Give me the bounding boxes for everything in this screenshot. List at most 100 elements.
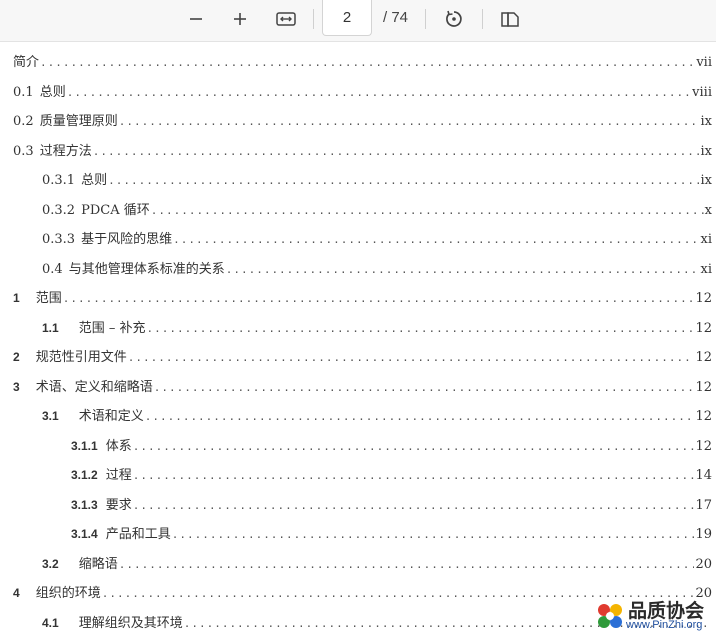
toc-dot-leader	[63, 292, 695, 305]
toc-entry-title: 组织的环境	[35, 586, 101, 601]
toolbar-divider	[482, 9, 483, 29]
toc-entry-page: 20	[695, 556, 712, 572]
toc-entry-page: xi	[700, 232, 713, 247]
toc-entry-number: 3.1	[42, 409, 59, 423]
toc-entry-number: 4	[13, 586, 20, 600]
toolbar-divider	[425, 9, 426, 29]
toc-entry-number: 0.3	[13, 143, 34, 159]
toc-entry-number: 3.1.1	[71, 438, 98, 453]
toc-entry[interactable]: 2 规范性引用文件 12	[0, 346, 716, 366]
pdf-toolbar: 2 / 74	[0, 0, 716, 42]
toc-entry[interactable]: 3.1.2 过程 14	[0, 464, 716, 484]
toc-entry[interactable]: 0.3.3 基于风险的思维 xi	[0, 228, 716, 248]
toc-entry-page: 17	[695, 497, 712, 513]
page-view-button[interactable]	[494, 5, 526, 33]
page-total: / 74	[383, 9, 409, 26]
toc-entry[interactable]: 0.3.1 总则 ix	[0, 169, 716, 189]
toc-dot-leader	[151, 204, 704, 217]
toc-entry-title: 基于风险的思维	[81, 232, 173, 247]
zoom-in-button[interactable]	[224, 5, 256, 33]
toc-dot-leader	[93, 145, 700, 158]
toc-dot-leader	[108, 174, 699, 187]
flower-logo-icon	[598, 604, 622, 628]
toc-entry[interactable]: 3.2 缩略语 20	[0, 553, 716, 573]
toc-entry-title: 总则	[81, 173, 108, 188]
toc-entry-number: 2	[13, 350, 20, 364]
toc-dot-leader	[154, 381, 695, 394]
toc-entry-number: 0.1	[13, 84, 34, 100]
toc-entry-number: 3.2	[42, 556, 59, 571]
toc-entry-page: xi	[700, 261, 713, 277]
toc-entry-page: vii	[696, 55, 712, 70]
toc-entry-page: 19	[695, 527, 712, 542]
toc-entry-number: 4.1	[42, 615, 59, 630]
toc-entry-page: 12	[695, 379, 712, 395]
toc-entry[interactable]: 1.1 范围 – 补充 12	[0, 317, 716, 337]
toc-dot-leader	[173, 233, 699, 246]
page-number-input[interactable]: 2	[322, 0, 372, 36]
toc-dot-leader	[67, 86, 691, 99]
toc-entry[interactable]: 3.1 术语和定义 12	[0, 405, 716, 425]
toc-entry-title: 规范性引用文件	[35, 350, 127, 365]
toc-entry[interactable]: 0.1 总则 viii	[0, 81, 716, 101]
zoom-out-button[interactable]	[180, 5, 212, 33]
toc-entry-number: 3	[13, 379, 20, 394]
toc-dot-leader	[172, 528, 695, 541]
toc-entry-title: 质量管理原则	[39, 114, 118, 129]
page-view-icon	[501, 12, 519, 27]
toc-entry-page: ix	[700, 114, 713, 129]
rotate-button[interactable]	[438, 5, 470, 33]
minus-icon	[190, 18, 202, 20]
toc-dot-leader	[133, 440, 695, 453]
toc-entry-title: 术语和定义	[78, 409, 144, 424]
toc-entry-number: 0.3.1	[42, 173, 76, 188]
toc-entry-page: 12	[695, 320, 712, 336]
toc-entry-title: 缩略语	[78, 556, 118, 572]
watermark-url: www.PinZhi.org	[626, 619, 703, 631]
toc-dot-leader	[128, 351, 695, 364]
toc-dot-leader	[226, 263, 700, 276]
fit-width-icon	[276, 12, 296, 26]
toc-entry-page: 12	[695, 291, 712, 306]
toc-entry-title: 理解组织及其环境	[78, 615, 183, 631]
toc-dot-leader	[133, 499, 695, 512]
toc-entry[interactable]: 3 术语、定义和缩略语 12	[0, 376, 716, 396]
toc-entry-title: 简介	[13, 55, 40, 70]
toc-entry-title: PDCA 循环	[81, 202, 150, 218]
toc-entry[interactable]: 3.1.4 产品和工具 19	[0, 523, 716, 543]
toc-entry-title: 产品和工具	[105, 527, 171, 542]
toc-entry-title: 范围	[35, 291, 62, 306]
fit-width-button[interactable]	[270, 5, 302, 33]
toc-entry-number: 3.1.2	[71, 468, 98, 482]
toc-entry-number: 3.1.4	[71, 527, 98, 541]
plus-icon	[234, 13, 246, 25]
toc-entry-number: 0.3.2	[42, 202, 76, 218]
toc-dot-leader	[40, 56, 695, 69]
toc-entry-title: 要求	[105, 497, 132, 513]
toc-entry-page: viii	[692, 84, 712, 100]
toc-entry[interactable]: 0.2 质量管理原则 ix	[0, 110, 716, 130]
toc-entry-page: ix	[700, 143, 713, 159]
toc-entry-number: 0.4	[42, 261, 63, 277]
toc-entry[interactable]: 0.3 过程方法 ix	[0, 140, 716, 160]
toc-entry[interactable]: 3.1.1 体系 12	[0, 435, 716, 455]
toc-entry-number: 1.1	[42, 320, 59, 335]
toc-entry-number: 1	[13, 291, 20, 305]
toc-entry-page: ix	[700, 173, 713, 188]
watermark-logo: 品质协会 www.PinZhi.org	[588, 594, 716, 637]
toc-entry-number: 3.1.3	[71, 497, 98, 512]
toc-entry[interactable]: 1 范围 12	[0, 287, 716, 307]
rotate-icon	[446, 10, 462, 27]
toc-entry-title: 范围 – 补充	[78, 320, 146, 336]
toc-entry-page: 14	[695, 468, 712, 483]
toc-entry[interactable]: 0.3.2 PDCA 循环 x	[0, 199, 716, 219]
toc-entry-title: 总则	[39, 84, 66, 100]
toc-dot-leader	[133, 469, 695, 482]
toc-entry[interactable]: 简介 vii	[0, 51, 716, 71]
toc-entry[interactable]: 0.4 与其他管理体系标准的关系 xi	[0, 258, 716, 278]
toc-dot-leader	[146, 322, 694, 335]
toc-entry-title: 术语、定义和缩略语	[35, 379, 153, 395]
toc-entry[interactable]: 3.1.3 要求 17	[0, 494, 716, 514]
toc-entry-page: 12	[695, 409, 712, 424]
toc-dot-leader	[145, 410, 695, 423]
